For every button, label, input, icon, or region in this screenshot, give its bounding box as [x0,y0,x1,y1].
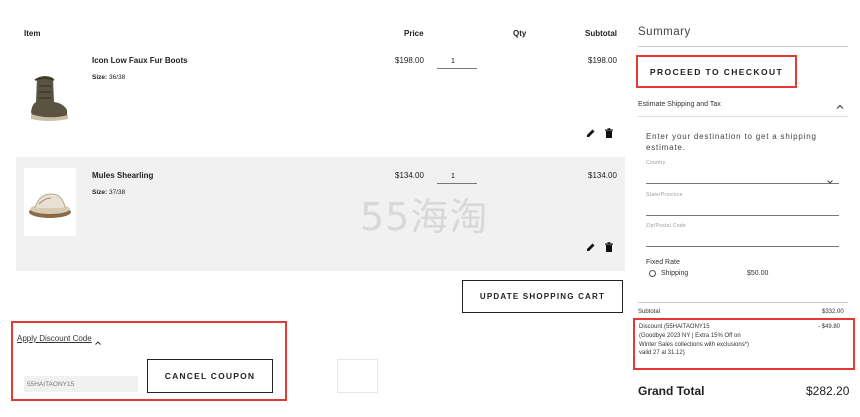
empty-cell [337,359,378,393]
product-image-boots[interactable] [20,70,76,126]
cancel-coupon-button[interactable]: CANCEL COUPON [147,359,273,393]
subtotal-value: $332.00 [822,309,844,315]
column-header-subtotal: Subtotal [585,29,617,38]
product-name[interactable]: Mules Shearling [92,171,153,180]
product-size: Size: 36/38 [92,74,125,81]
product-name[interactable]: Icon Low Faux Fur Boots [92,56,188,65]
product-size: Size: 37/38 [92,189,125,196]
delete-icon[interactable] [603,241,615,253]
shipping-divider [638,116,848,117]
shipping-option-price: $50.00 [747,270,769,277]
chevron-up-icon[interactable] [94,334,102,345]
column-header-item: Item [24,29,41,38]
edit-icon[interactable] [585,241,597,253]
checkout-highlight: PROCEED TO CHECKOUT [636,55,797,88]
qty-input[interactable] [437,55,477,69]
edit-icon[interactable] [585,127,597,139]
size-label: Size: [92,74,108,81]
size-label: Size: [92,189,108,196]
chevron-down-icon [826,173,834,184]
totals-divider [638,302,848,303]
item-price: $134.00 [395,171,424,180]
item-subtotal: $134.00 [588,171,617,180]
item-price: $198.00 [395,56,424,65]
update-cart-button[interactable]: UPDATE SHOPPING CART [462,280,623,313]
apply-discount-toggle[interactable]: Apply Discount Code [17,334,92,343]
shipping-radio[interactable] [649,270,656,277]
country-select[interactable] [646,168,839,184]
proceed-to-checkout-button[interactable]: PROCEED TO CHECKOUT [639,58,794,85]
state-input[interactable] [646,200,839,216]
item-subtotal: $198.00 [588,56,617,65]
zip-label: Zip/Postal Code [646,223,687,229]
shipping-hint: Enter your destination to get a shipping… [646,132,817,152]
discount-value: - $49.80 [818,324,841,330]
size-value: 37/38 [108,189,126,196]
grand-total-label: Grand Total [638,384,705,398]
subtotal-label: Subtotal [638,309,661,315]
shipping-option-label: Shipping [661,270,689,277]
column-header-price: Price [404,29,424,38]
qty-input[interactable] [437,170,477,184]
discount-label: Discount (55HAITAONY15 [639,324,710,330]
mule-image [29,193,71,218]
boot-image [31,76,68,121]
country-label: Country [646,160,666,166]
fixed-rate-label: Fixed Rate [646,259,680,266]
discount-description: (Goodbye 2023 NY | Extra 15% Off on Wint… [639,333,750,356]
column-header-qty: Qty [513,29,527,38]
grand-total-value: $282.20 [806,384,850,398]
product-image-mules[interactable] [24,168,76,236]
shipping-tax-toggle[interactable]: Estimate Shipping and Tax [638,101,721,108]
watermark: 55海淘 [360,195,489,239]
summary-divider [638,46,848,47]
delete-icon[interactable] [603,127,615,139]
state-label: State/Province [646,192,683,198]
apply-discount-label: Apply Discount Code [17,334,92,343]
zip-input[interactable] [646,231,839,247]
size-value: 36/38 [108,74,126,81]
summary-title: Summary [638,26,691,38]
discount-code-input[interactable] [24,376,138,392]
shipping-tax-label: Estimate Shipping and Tax [638,101,721,108]
chevron-up-icon[interactable] [835,99,845,109]
